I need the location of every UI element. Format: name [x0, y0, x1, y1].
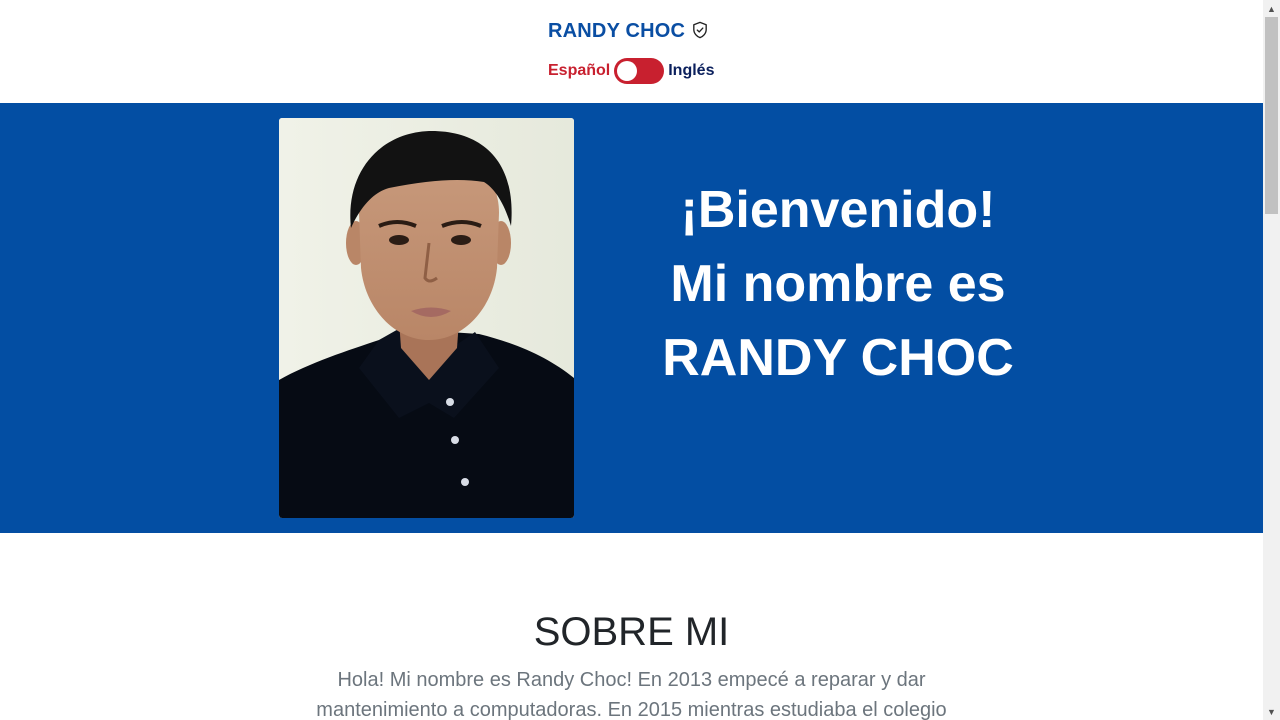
about-section: SOBRE MI Hola! Mi nombre es Randy Choc! … — [0, 533, 1263, 720]
vertical-scrollbar[interactable]: ▲ ▼ — [1263, 0, 1280, 720]
hero-greeting: ¡Bienvenido! — [680, 181, 996, 239]
language-label-english: Inglés — [668, 62, 715, 79]
brand-name: RANDY CHOC — [548, 20, 686, 42]
about-title: SOBRE MI — [533, 610, 730, 654]
hero-heading: ¡Bienvenido! Mi nombre es RANDY CHOC — [588, 173, 1088, 395]
page: RANDY CHOC Español Inglés ¡Bienvenido! M… — [0, 0, 1263, 720]
scroll-down-arrow-icon[interactable]: ▼ — [1263, 703, 1280, 720]
hero-intro: Mi nombre es — [670, 255, 1006, 313]
hero-section: ¡Bienvenido! Mi nombre es RANDY CHOC — [0, 103, 1263, 533]
language-label-spanish: Español — [548, 62, 611, 79]
language-toggle[interactable] — [614, 58, 665, 84]
brand-link[interactable]: RANDY CHOC — [548, 20, 709, 43]
shield-check-icon — [691, 21, 709, 39]
navbar: RANDY CHOC Español Inglés — [0, 0, 1263, 103]
about-body: Hola! Mi nombre es Randy Choc! En 2013 e… — [316, 669, 947, 720]
language-switcher: Español Inglés — [548, 58, 714, 84]
profile-photo — [279, 118, 574, 518]
hero-name: RANDY CHOC — [662, 329, 1014, 387]
toggle-knob — [617, 61, 638, 81]
scroll-up-arrow-icon[interactable]: ▲ — [1263, 0, 1280, 17]
scroll-thumb[interactable] — [1265, 17, 1278, 214]
